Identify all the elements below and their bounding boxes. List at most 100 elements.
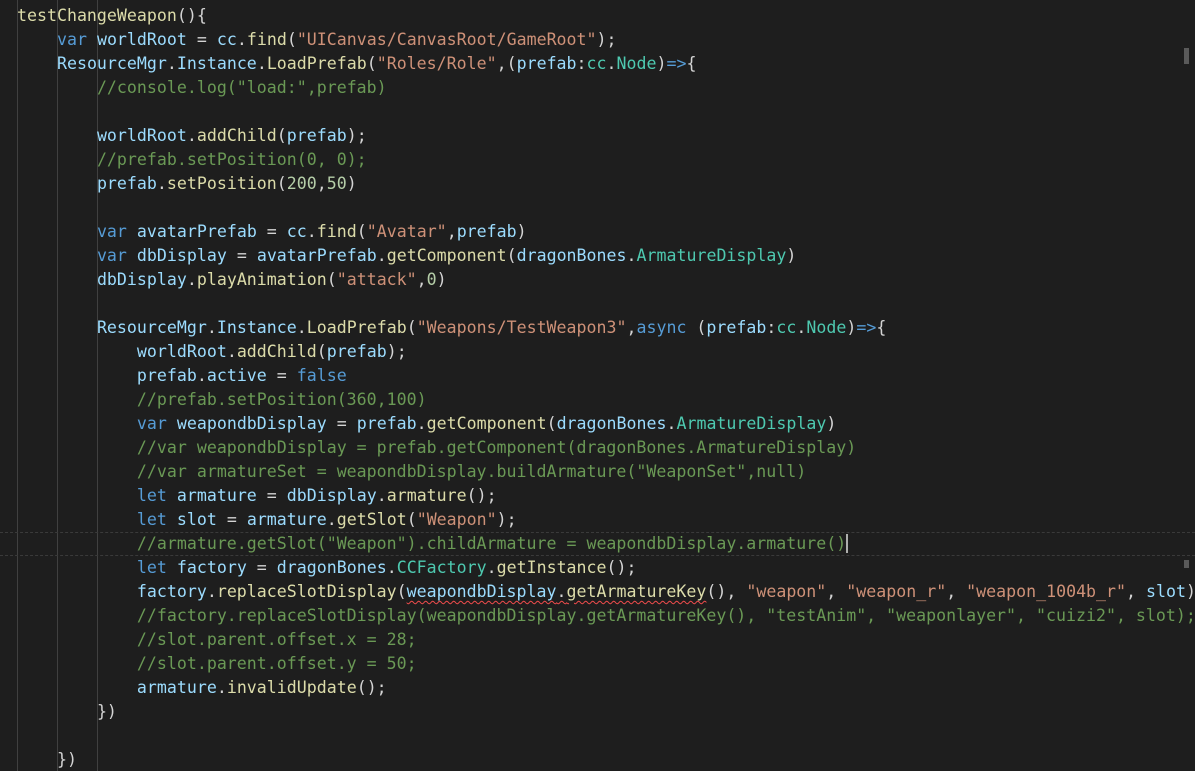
code-token: prefab — [286, 126, 347, 145]
scrollbar-marker[interactable] — [1184, 48, 1189, 64]
code-token: . — [256, 54, 267, 73]
code-line[interactable]: testChangeWeapon(){ — [17, 4, 1195, 28]
code-token: . — [186, 270, 197, 289]
code-token: factory — [176, 558, 247, 577]
code-line[interactable]: //var armatureSet = weapondbDisplay.buil… — [17, 460, 1195, 484]
code-token: ResourceMgr — [56, 54, 167, 73]
code-line[interactable]: let factory = dragonBones.CCFactory.getI… — [17, 556, 1195, 580]
scrollbar-marker[interactable] — [1184, 560, 1189, 568]
code-token: worldRoot — [96, 126, 187, 145]
code-token: prefab — [136, 366, 197, 385]
code-line[interactable]: //armature.getSlot("Weapon").childArmatu… — [0, 532, 1195, 556]
code-token: ,( — [496, 54, 517, 73]
code-token: prefab — [326, 342, 387, 361]
code-line[interactable]: //factory.replaceSlotDisplay(weapondbDis… — [17, 604, 1195, 628]
code-token: ) — [656, 54, 667, 73]
code-line[interactable]: ResourceMgr.Instance.LoadPrefab("Weapons… — [17, 316, 1195, 340]
code-token: //prefab.setPosition(360,100) — [136, 390, 427, 409]
code-line[interactable]: //prefab.setPosition(0, 0); — [17, 148, 1195, 172]
code-token: CCFactory — [396, 558, 487, 577]
code-token: ( — [546, 414, 557, 433]
code-line[interactable]: //prefab.setPosition(360,100) — [17, 388, 1195, 412]
code-token: ) — [826, 414, 837, 433]
code-token: . — [386, 558, 397, 577]
code-line[interactable]: }) — [17, 700, 1195, 724]
code-line[interactable]: ResourceMgr.Instance.LoadPrefab("Roles/R… — [17, 52, 1195, 76]
code-line[interactable]: }) — [17, 748, 1195, 771]
code-token: "Weapon" — [416, 510, 497, 529]
code-editor[interactable]: testChangeWeapon(){ var worldRoot = cc.f… — [0, 0, 1195, 771]
code-line[interactable]: worldRoot.addChild(prefab); — [17, 340, 1195, 364]
code-token: getComponent — [426, 414, 547, 433]
code-line[interactable]: dbDisplay.playAnimation("attack",0) — [17, 268, 1195, 292]
code-line[interactable]: //console.log("load:",prefab) — [17, 76, 1195, 100]
code-token: //slot.parent.offset.y = 50; — [136, 654, 417, 673]
code-line[interactable]: var weapondbDisplay = prefab.getComponen… — [17, 412, 1195, 436]
code-token: . — [376, 246, 387, 265]
code-token: replaceSlotDisplay — [216, 582, 397, 601]
code-line[interactable] — [17, 724, 1195, 748]
code-token: setPosition — [166, 174, 277, 193]
code-line[interactable] — [17, 196, 1195, 220]
code-token: false — [296, 366, 347, 385]
code-token: . — [486, 558, 497, 577]
code-token: { — [686, 54, 697, 73]
code-token: Instance — [176, 54, 257, 73]
code-line[interactable] — [17, 292, 1195, 316]
code-line[interactable]: prefab.setPosition(200,50) — [17, 172, 1195, 196]
code-line[interactable]: worldRoot.addChild(prefab); — [17, 124, 1195, 148]
code-token: testChangeWeapon — [17, 6, 177, 25]
code-token: invalidUpdate — [226, 678, 357, 697]
code-line[interactable] — [17, 100, 1195, 124]
code-line[interactable]: let slot = armature.getSlot("Weapon"); — [17, 508, 1195, 532]
code-token: //console.log("load:",prefab) — [96, 78, 387, 97]
code-token: var — [96, 246, 127, 265]
code-line[interactable]: //var weapondbDisplay = prefab.getCompon… — [17, 436, 1195, 460]
code-token: dragonBones — [516, 246, 627, 265]
code-token: . — [166, 54, 177, 73]
code-line[interactable]: var dbDisplay = avatarPrefab.getComponen… — [17, 244, 1195, 268]
code-token: //var weapondbDisplay = prefab.getCompon… — [136, 438, 857, 457]
code-line[interactable]: //slot.parent.offset.x = 28; — [17, 628, 1195, 652]
code-token: var — [136, 414, 167, 433]
code-line[interactable]: var worldRoot = cc.find("UICanvas/Canvas… — [17, 28, 1195, 52]
code-token: "weapon" — [746, 582, 827, 601]
code-token: ( — [366, 54, 377, 73]
code-token: ); — [386, 342, 407, 361]
code-token: getComponent — [386, 246, 507, 265]
code-token: ( — [406, 510, 417, 529]
code-token: ( — [686, 318, 707, 337]
code-line[interactable]: factory.replaceSlotDisplay(weapondbDispl… — [17, 580, 1195, 604]
code-line[interactable]: armature.invalidUpdate(); — [17, 676, 1195, 700]
code-token: LoadPrefab — [266, 54, 367, 73]
code-token: getArmatureKey — [566, 582, 707, 601]
code-token: . — [556, 582, 567, 601]
code-token: prefab — [456, 222, 517, 241]
code-token: ); — [596, 30, 617, 49]
code-token: armature — [176, 486, 257, 505]
code-line[interactable]: var avatarPrefab = cc.find("Avatar",pref… — [17, 220, 1195, 244]
code-token: dbDisplay — [136, 246, 227, 265]
code-token: weapondbDisplay — [176, 414, 327, 433]
code-area[interactable]: testChangeWeapon(){ var worldRoot = cc.f… — [0, 4, 1195, 771]
code-line[interactable]: //slot.parent.offset.y = 50; — [17, 652, 1195, 676]
code-line[interactable]: let armature = dbDisplay.armature(); — [17, 484, 1195, 508]
code-token: find — [246, 30, 287, 49]
code-token: ) — [436, 270, 447, 289]
code-token: . — [206, 318, 217, 337]
code-token: . — [296, 318, 307, 337]
code-token: active — [206, 366, 267, 385]
code-token: armature — [246, 510, 327, 529]
code-token: (); — [606, 558, 637, 577]
code-token: (){ — [176, 6, 207, 25]
code-token: avatarPrefab — [256, 246, 377, 265]
code-line[interactable]: prefab.active = false — [17, 364, 1195, 388]
code-token: async — [636, 318, 687, 337]
